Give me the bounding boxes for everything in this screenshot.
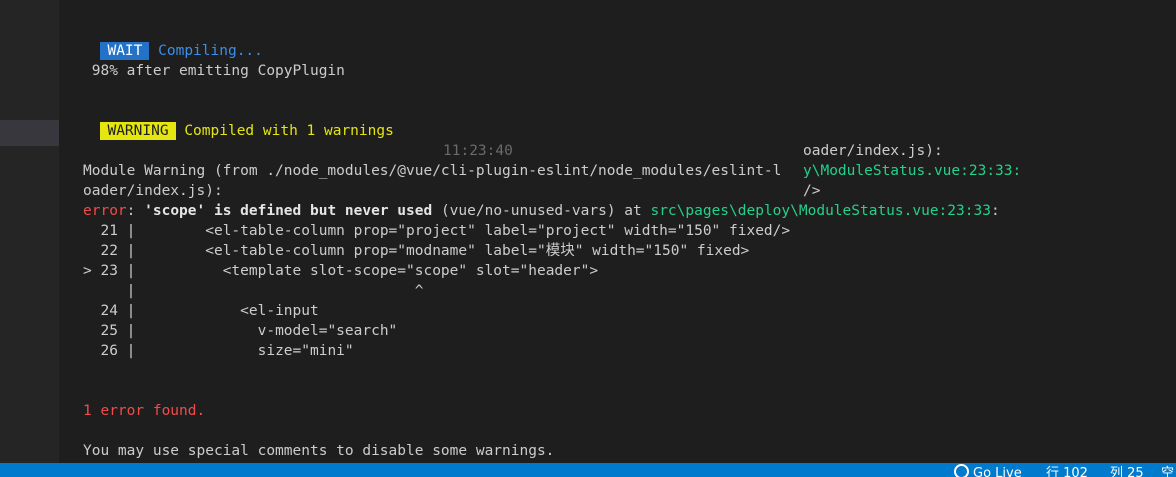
indentation-setting[interactable]: 空 bbox=[1161, 463, 1174, 477]
hint-text: You may use special comments to disable … bbox=[83, 443, 555, 459]
code-line-prefix: 26 | bbox=[83, 343, 136, 359]
compiled-text: Compiled with 1 warnings bbox=[184, 123, 394, 139]
code-line: 22 | <el-table-column prop="modname" lab… bbox=[83, 241, 749, 261]
error-path-link[interactable]: src\pages\deploy\ModuleStatus.vue:23:33 bbox=[650, 203, 990, 219]
code-line: 25 | v-model="search" bbox=[83, 321, 397, 341]
warning-line: WARNING Compiled with 1 warnings bbox=[83, 101, 394, 140]
progress-text: 98% after emitting CopyPlugin bbox=[83, 63, 345, 79]
golive-label: Go Live bbox=[973, 466, 1022, 477]
code-line: 21 | <el-table-column prop="project" lab… bbox=[83, 221, 790, 241]
error-label: error bbox=[83, 203, 127, 219]
error-message: 'scope' is defined but never used bbox=[144, 203, 433, 219]
code-caret: ^ bbox=[135, 283, 424, 299]
code-line-content: size="mini" bbox=[135, 343, 354, 359]
overlap-fragment-3: /> bbox=[803, 183, 821, 199]
module-warning-cont: oader/index.js): bbox=[83, 183, 223, 199]
status-bar: Go Live 行 102 列 25 空 bbox=[0, 463, 1176, 477]
broadcast-icon bbox=[954, 464, 969, 477]
overlap-fragment-1: oader/index.js): bbox=[803, 143, 943, 159]
cursor-line[interactable]: 行 102 bbox=[1046, 463, 1088, 477]
error-rule: (vue/no-unused-vars) at bbox=[432, 203, 651, 219]
error-path-end: : bbox=[990, 203, 1000, 219]
golive-button[interactable]: Go Live bbox=[954, 463, 1022, 477]
code-line-prefix: | bbox=[83, 283, 136, 299]
compiling-text: Compiling... bbox=[158, 43, 263, 59]
code-line-content: <el-table-column prop="modname" label="模… bbox=[135, 243, 750, 259]
error-colon: : bbox=[126, 203, 145, 219]
code-line-prefix: 21 | bbox=[83, 223, 136, 239]
code-line-prefix: 24 | bbox=[83, 303, 136, 319]
code-line-content: <el-input bbox=[135, 303, 319, 319]
warning-badge: WARNING bbox=[100, 122, 176, 140]
errors-found-text: 1 error found. bbox=[83, 403, 206, 419]
code-line-prefix: > 23 | bbox=[83, 263, 136, 279]
code-line: 26 | size="mini" bbox=[83, 341, 354, 361]
editor-gutter bbox=[0, 0, 59, 463]
error-line: error: 'scope' is defined but never used… bbox=[83, 201, 1000, 221]
code-line-prefix: 22 | bbox=[83, 243, 136, 259]
code-line-content: v-model="search" bbox=[135, 323, 398, 339]
timestamp: 11:23:40 bbox=[443, 143, 513, 159]
cursor-column[interactable]: 列 25 bbox=[1110, 463, 1144, 477]
overlap-fragment-2: y\ModuleStatus.vue:23:33: bbox=[803, 163, 1022, 179]
code-line-content: <el-table-column prop="project" label="p… bbox=[135, 223, 791, 239]
code-line: 24 | <el-input bbox=[83, 301, 319, 321]
code-line-prefix: 25 | bbox=[83, 323, 136, 339]
wait-line: WAIT Compiling... bbox=[83, 21, 263, 60]
wait-badge: WAIT bbox=[100, 42, 150, 60]
code-line: | ^ bbox=[83, 281, 424, 301]
code-line: > 23 | <template slot-scope="scope" slot… bbox=[83, 261, 598, 281]
code-line-content: <template slot-scope="scope" slot="heade… bbox=[135, 263, 599, 279]
module-warning-text: Module Warning (from ./node_modules/@vue… bbox=[83, 163, 782, 179]
gutter-active-row bbox=[0, 120, 59, 146]
